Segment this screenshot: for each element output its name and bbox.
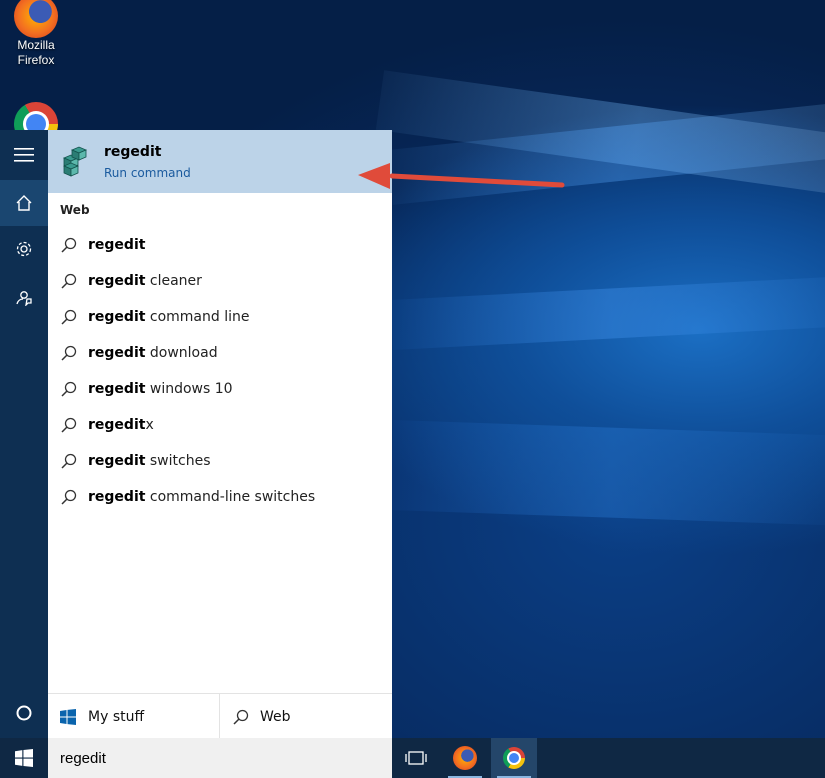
home-button[interactable] — [0, 180, 48, 226]
cortana-button[interactable] — [0, 690, 48, 736]
firefox-icon — [14, 0, 58, 38]
search-input[interactable] — [48, 748, 382, 768]
hamburger-menu-icon — [14, 148, 34, 162]
search-icon — [61, 345, 77, 361]
task-view-button[interactable] — [393, 738, 439, 778]
my-stuff-label: My stuff — [88, 708, 145, 725]
feedback-button[interactable] — [0, 274, 48, 320]
taskbar-search-box[interactable] — [48, 738, 392, 778]
filter-divider — [219, 694, 220, 739]
hamburger-menu-button[interactable] — [0, 132, 48, 178]
web-result[interactable]: regedit windows 10 — [48, 371, 392, 407]
task-view-icon — [405, 751, 427, 765]
regedit-icon — [62, 146, 88, 177]
best-match-title: regedit — [104, 144, 162, 160]
desktop-icon-label: Mozilla Firefox — [17, 38, 55, 67]
feedback-icon — [16, 291, 32, 306]
search-icon — [61, 417, 77, 433]
light-beam — [390, 277, 825, 350]
web-result[interactable]: regedit command-line switches — [48, 479, 392, 515]
search-icon — [61, 237, 77, 253]
taskbar-chrome[interactable] — [491, 738, 537, 778]
search-icon — [61, 381, 77, 397]
web-result[interactable]: regedit command line — [48, 299, 392, 335]
search-icon — [61, 489, 77, 505]
web-result[interactable]: regedit cleaner — [48, 263, 392, 299]
web-filter[interactable]: Web — [232, 694, 291, 739]
web-result[interactable]: regeditx — [48, 407, 392, 443]
web-filter-label: Web — [260, 708, 291, 725]
home-icon — [16, 195, 32, 211]
gear-icon — [16, 241, 32, 257]
web-result-text: regedit — [88, 237, 146, 253]
web-result[interactable]: regedit download — [48, 335, 392, 371]
web-result[interactable]: regedit — [48, 227, 392, 263]
firefox-icon — [453, 746, 477, 770]
web-result[interactable]: regedit switches — [48, 443, 392, 479]
cortana-circle-icon — [16, 705, 32, 721]
search-icon — [61, 309, 77, 325]
search-icon — [61, 453, 77, 469]
web-section-heading: Web — [60, 203, 90, 217]
my-stuff-filter[interactable]: My stuff — [60, 694, 144, 739]
web-result-text: regedit cleaner — [88, 273, 202, 289]
search-icon — [233, 709, 249, 725]
web-result-text: regedit switches — [88, 453, 211, 469]
search-filter-bar: My stuff Web — [48, 693, 392, 739]
search-results-panel: regedit Run command Web regedit regedit … — [48, 130, 392, 739]
web-result-text: regedit download — [88, 345, 218, 361]
chrome-icon — [503, 747, 525, 769]
desktop-icon-firefox[interactable]: Mozilla Firefox — [0, 0, 72, 68]
light-beam — [390, 420, 825, 526]
search-icon — [61, 273, 77, 289]
best-match-subtitle: Run command — [104, 166, 191, 180]
settings-button[interactable] — [0, 226, 48, 272]
best-match-result[interactable]: regedit Run command — [48, 130, 392, 193]
web-result-text: regedit windows 10 — [88, 381, 233, 397]
start-button[interactable] — [0, 738, 48, 778]
windows-logo-icon — [60, 708, 76, 725]
web-result-text: regeditx — [88, 417, 154, 433]
taskbar — [0, 738, 825, 778]
start-menu-rail — [0, 130, 48, 738]
windows-logo-icon — [15, 749, 33, 767]
taskbar-firefox[interactable] — [442, 738, 488, 778]
web-result-text: regedit command-line switches — [88, 489, 316, 505]
web-result-text: regedit command line — [88, 309, 250, 325]
